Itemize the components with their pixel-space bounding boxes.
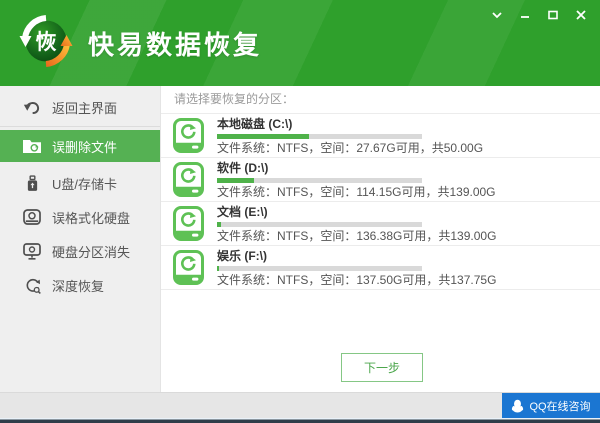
- title-bar: 恢 快易数据恢复: [0, 0, 600, 86]
- sidebar-item-formatted-disk[interactable]: 误格式化硬盘: [0, 200, 160, 234]
- hard-drive-icon: [22, 208, 42, 226]
- sidebar-item-back-home[interactable]: 返回主界面: [0, 90, 160, 124]
- drive-icon: [173, 162, 204, 197]
- sidebar-item-label: 误删除文件: [52, 139, 118, 155]
- back-arrow-icon: [22, 98, 42, 116]
- close-icon[interactable]: [570, 6, 592, 24]
- partition-row[interactable]: 软件 (D:\) 文件系统：NTFS，空间：114.15G可用，共139.00G: [161, 158, 600, 202]
- sidebar-item-deep-recovery[interactable]: 深度恢复: [0, 268, 160, 302]
- partition-details: 文件系统：NTFS，空间：137.50G可用，共137.75G: [217, 272, 497, 287]
- partition-name: 文档 (E:\): [217, 204, 268, 219]
- sidebar-item-label: 硬盘分区消失: [52, 244, 131, 260]
- partition-lost-icon: [22, 242, 42, 260]
- svg-text:恢: 恢: [36, 30, 57, 54]
- main-content: 请选择要恢复的分区： 本地磁盘 (C:\) 文件系统：NTFS，空间：27.67…: [160, 86, 600, 392]
- sidebar-separator: [0, 126, 160, 127]
- usage-fill: [217, 221, 222, 227]
- sidebar-item-label: U盘/存储卡: [52, 176, 118, 192]
- usage-bar: [217, 221, 422, 227]
- partition-name: 软件 (D:\): [217, 160, 269, 175]
- partition-row[interactable]: 娱乐 (F:\) 文件系统：NTFS，空间：137.50G可用，共137.75G: [161, 246, 600, 290]
- minimize-icon[interactable]: [514, 6, 536, 24]
- usage-fill: [217, 177, 254, 183]
- usb-drive-icon: [22, 174, 42, 192]
- maximize-icon[interactable]: [542, 6, 564, 24]
- chevron-down-icon[interactable]: [486, 6, 508, 24]
- sidebar-item-label: 返回主界面: [52, 100, 118, 116]
- sidebar-item-label: 误格式化硬盘: [52, 210, 131, 226]
- sidebar-item-lost-partition[interactable]: 硬盘分区消失: [0, 234, 160, 268]
- qq-penguin-icon: [512, 399, 524, 413]
- partition-row[interactable]: 文档 (E:\) 文件系统：NTFS，空间：136.38G可用，共139.00G: [161, 202, 600, 246]
- sidebar-item-usb-card[interactable]: U盘/存储卡: [0, 166, 160, 200]
- app-window: 恢 快易数据恢复 返回主界面 误删除文件 U盘/存储卡 误格式化硬盘 硬盘分区消…: [0, 0, 600, 423]
- partition-name: 本地磁盘 (C:\): [217, 116, 293, 131]
- usage-bar: [217, 265, 422, 271]
- partition-select-prompt: 请选择要恢复的分区：: [161, 86, 600, 114]
- window-controls: [486, 6, 592, 24]
- partition-row[interactable]: 本地磁盘 (C:\) 文件系统：NTFS，空间：27.67G可用，共50.00G: [161, 114, 600, 158]
- partition-details: 文件系统：NTFS，空间：114.15G可用，共139.00G: [217, 184, 496, 199]
- sidebar-item-deleted-files[interactable]: 误删除文件: [0, 130, 160, 162]
- usage-fill: [217, 133, 310, 139]
- qq-support-label: QQ在线咨询: [529, 401, 591, 413]
- app-logo-icon: 恢: [19, 15, 73, 67]
- next-button[interactable]: 下一步: [341, 353, 423, 382]
- sidebar: 返回主界面 误删除文件 U盘/存储卡 误格式化硬盘 硬盘分区消失 深度恢复: [0, 86, 160, 392]
- window-bottom-edge: [0, 418, 600, 423]
- app-title: 快易数据恢复: [88, 29, 263, 60]
- deep-recovery-icon: [22, 276, 42, 294]
- usage-bar: [217, 177, 422, 183]
- qq-support-button[interactable]: QQ在线咨询: [502, 393, 600, 419]
- folder-restore-icon: [22, 137, 42, 155]
- drive-icon: [173, 250, 204, 285]
- drive-icon: [173, 118, 204, 153]
- usage-fill: [217, 265, 220, 271]
- partition-list: 本地磁盘 (C:\) 文件系统：NTFS，空间：27.67G可用，共50.00G…: [161, 114, 600, 290]
- usage-bar: [217, 133, 422, 139]
- partition-details: 文件系统：NTFS，空间：27.67G可用，共50.00G: [217, 140, 484, 155]
- partition-name: 娱乐 (F:\): [217, 248, 267, 263]
- footer-bar: QQ在线咨询: [0, 392, 600, 419]
- partition-details: 文件系统：NTFS，空间：136.38G可用，共139.00G: [217, 228, 497, 243]
- drive-icon: [173, 206, 204, 241]
- sidebar-item-label: 深度恢复: [52, 278, 105, 294]
